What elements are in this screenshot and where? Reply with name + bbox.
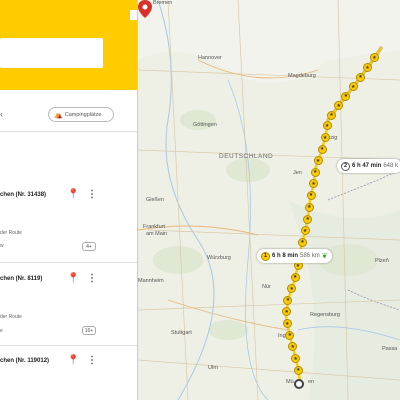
more-options-icon[interactable]: ⋮ (87, 273, 97, 285)
route-stop-marker[interactable]: ★ (306, 190, 316, 200)
route-stop-marker[interactable]: ★ (282, 319, 292, 329)
result-count-badge: 4+ (82, 242, 96, 251)
result-title[interactable]: chen (Nr. 8119) (0, 276, 42, 282)
destination-pin-icon[interactable] (138, 0, 152, 18)
search-input[interactable] (0, 38, 103, 68)
divider (0, 345, 137, 346)
map-label-muenchen: Mü (286, 379, 294, 385)
map-label-mannheim: Mannheim (138, 278, 164, 284)
route-option-1[interactable]: 1 6 h 8 min 586 km ❦ (257, 249, 332, 263)
map-label-regensburg: Regensburg (310, 312, 340, 318)
route-duration: 6 h 47 min (352, 163, 382, 169)
route-number-badge: 1 (261, 251, 270, 261)
route-stop-marker[interactable]: ★ (303, 214, 313, 224)
divider (0, 262, 137, 263)
divider (0, 131, 137, 132)
map-label-jena: Jen (293, 170, 302, 176)
map-label-bremen: Bremen (153, 0, 173, 6)
route-stop-marker[interactable]: ★ (300, 226, 310, 236)
result-meta: e (0, 328, 3, 334)
route-stop-marker[interactable]: ★ (317, 144, 327, 154)
map-canvas (138, 0, 400, 400)
more-options-icon[interactable]: ⋮ (87, 355, 97, 367)
add-stop-pin-icon[interactable]: 📍 (67, 189, 79, 201)
panel-edge-handle[interactable] (130, 10, 137, 20)
map-label-magdeburg: Magdeburg (288, 73, 316, 79)
route-distance: 586 km (300, 253, 320, 259)
map-label-plzen: Plzeň (375, 258, 389, 264)
more-options-icon[interactable]: ⋮ (87, 189, 97, 201)
route-stop-marker[interactable]: ★ (327, 110, 337, 120)
map-label-hannover: Hannover (198, 55, 222, 61)
campsite-filter-chip[interactable]: ⛺ Campingplätze (48, 107, 114, 122)
route-stop-marker[interactable]: ★ (293, 365, 303, 375)
map-label-ulm: Ulm (208, 365, 218, 371)
map-label-wuerzburg: Würzburg (207, 255, 231, 261)
result-title[interactable]: chen (Nr. 119012) (0, 358, 49, 364)
route-panel: ‹ ⛺ Campingplätze chen (Nr. 31438) 📍 ⋮ d… (0, 0, 138, 400)
map-label-country: DEUTSCHLAND (219, 153, 274, 160)
route-stop-marker[interactable]: ★ (304, 202, 314, 212)
map-label-giessen: Gießen (146, 197, 165, 203)
route-stop-marker[interactable]: ★ (348, 82, 358, 92)
panel-header (0, 0, 137, 90)
route-number-badge: 2 (341, 161, 350, 171)
route-option-2[interactable]: 2 6 h 47 min 648 k (337, 159, 400, 173)
origin-marker-icon[interactable] (294, 379, 304, 389)
route-duration: 6 h 8 min (272, 253, 299, 259)
route-stop-marker[interactable]: ★ (355, 72, 365, 82)
filter-chip-label: Campingplätze (64, 111, 102, 118)
result-title[interactable]: chen (Nr. 31438) (0, 192, 46, 198)
route-stop-marker[interactable]: ★ (297, 237, 307, 247)
add-stop-pin-icon[interactable]: 📍 (67, 355, 79, 367)
map-view[interactable]: Bremen Hannover Magdeburg Göttingen ipzi… (138, 0, 400, 400)
filter-chevron-icon[interactable]: ‹ (0, 109, 3, 119)
map-label-passau: Passa (382, 346, 398, 352)
route-stop-marker[interactable]: ★ (290, 272, 300, 282)
result-meta: w (0, 243, 4, 249)
route-distance: 648 k (383, 163, 399, 169)
tent-icon: ⛺ (54, 111, 63, 119)
eco-leaf-icon: ❦ (321, 253, 328, 260)
map-label-stuttgart: Stuttgart (171, 330, 192, 336)
map-label-nuernberg: Nür (262, 284, 271, 290)
result-distance-note: der Route (0, 230, 22, 236)
map-label-frankfurt-sub: am Main (146, 231, 168, 237)
result-count-badge: 16+ (82, 326, 96, 335)
route-stop-marker[interactable]: ★ (320, 133, 330, 143)
route-stop-marker[interactable]: ★ (310, 167, 320, 177)
result-distance-note: der Route (0, 314, 22, 320)
route-stop-marker[interactable]: ★ (313, 156, 323, 165)
add-stop-pin-icon[interactable]: 📍 (67, 273, 79, 285)
map-label-frankfurt: Frankfurt (143, 224, 166, 230)
map-label-muenchen-tail: en (308, 379, 315, 385)
map-label-goettingen: Göttingen (193, 122, 217, 128)
